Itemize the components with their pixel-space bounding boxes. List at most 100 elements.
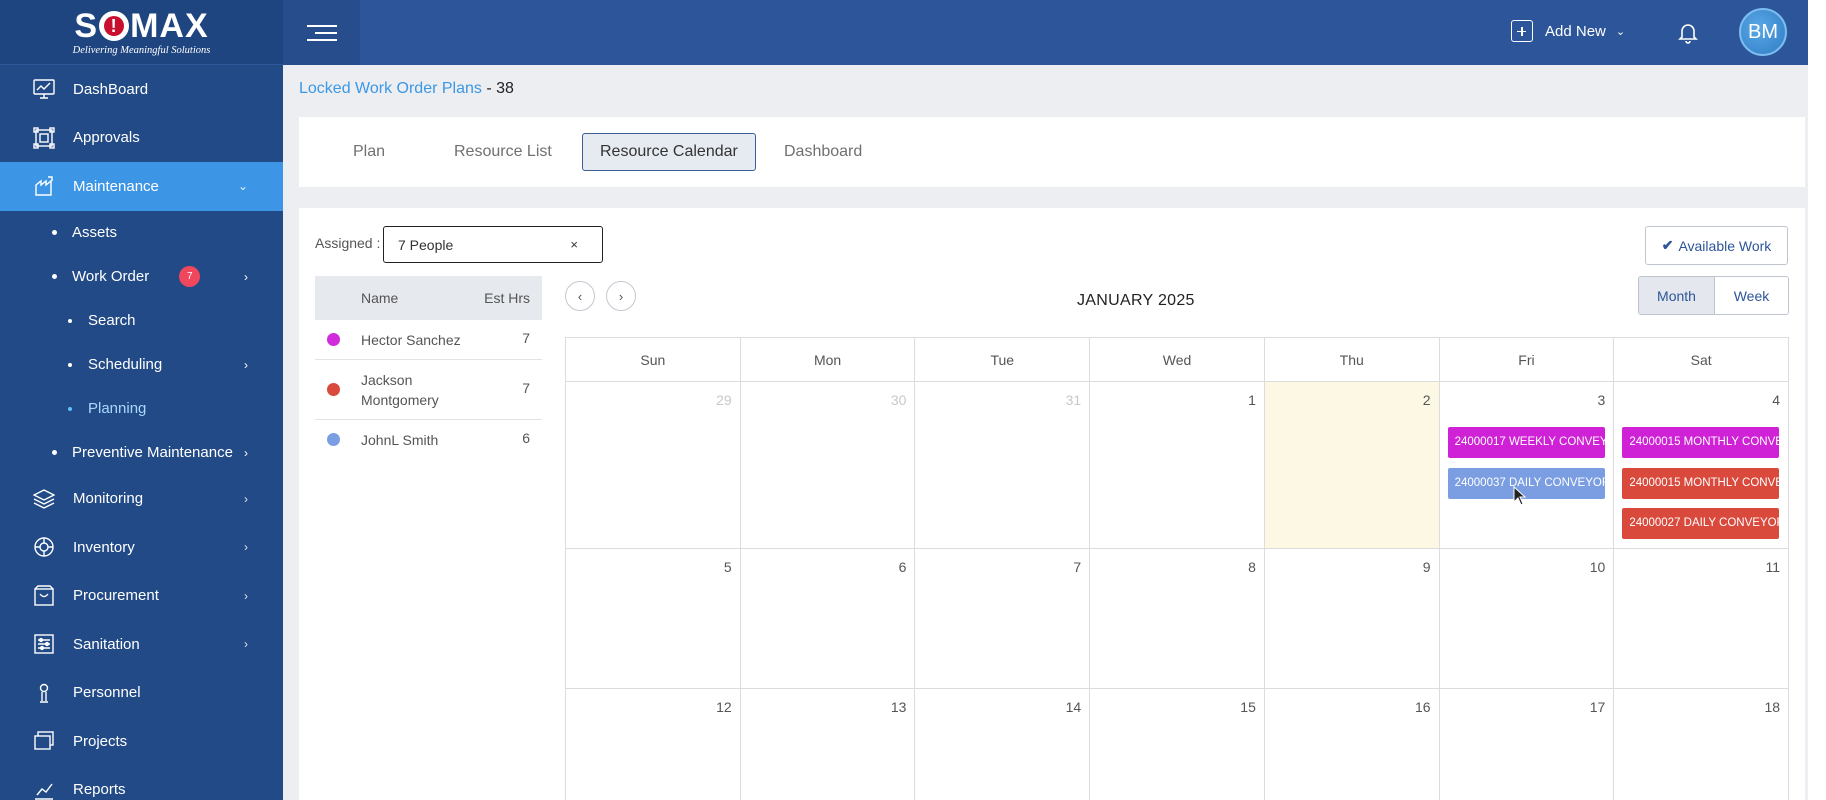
sidebar-item-monitoring[interactable]: Monitoring ›: [0, 475, 283, 524]
day-number: 14: [1065, 699, 1082, 715]
chevron-right-icon: ›: [244, 588, 248, 603]
user-avatar[interactable]: BM: [1739, 8, 1787, 56]
month-view-button[interactable]: Month: [1639, 277, 1715, 314]
day-number: 3: [1597, 392, 1606, 408]
calendar-day[interactable]: 15: [1090, 689, 1265, 800]
column-header-name[interactable]: Name: [361, 290, 398, 306]
assigned-select[interactable]: 7 People ×: [383, 226, 603, 263]
day-number: 5: [723, 559, 732, 575]
day-number: 30: [890, 392, 907, 408]
sidebar-item-label: Inventory: [73, 538, 135, 556]
calendar-day[interactable]: 3 24000017 WEEKLY CONVEYOR 24000037 DAIL…: [1440, 382, 1615, 548]
tab-resource-calendar[interactable]: Resource Calendar: [582, 133, 756, 171]
sidebar-item-sanitation[interactable]: Sanitation ›: [0, 620, 283, 669]
calendar-day[interactable]: 14: [915, 689, 1091, 800]
calendar-day[interactable]: 8: [1090, 549, 1265, 688]
checkmark-icon: ✔: [1661, 237, 1674, 253]
calendar-day[interactable]: 10: [1440, 549, 1615, 688]
calendar-day[interactable]: 12: [566, 689, 741, 800]
tab-dashboard[interactable]: Dashboard: [767, 133, 879, 171]
tab-resource-list[interactable]: Resource List: [437, 133, 569, 171]
calendar-day[interactable]: 17: [1440, 689, 1615, 800]
resource-row[interactable]: Jackson Montgomery 7: [315, 360, 542, 420]
prev-month-button[interactable]: ‹: [565, 281, 595, 311]
add-new-dropdown[interactable]: Add New ⌄: [1511, 20, 1625, 42]
sidebar-item-label: Personnel: [73, 684, 141, 702]
bullet-icon: [52, 450, 57, 455]
resource-row[interactable]: JohnL Smith 6: [315, 420, 542, 460]
sidebar-item-projects[interactable]: Projects: [0, 717, 283, 766]
calendar-day[interactable]: 13: [741, 689, 916, 800]
day-number: 8: [1248, 559, 1256, 575]
available-work-label: Available Work: [1678, 237, 1772, 254]
chevron-right-icon: ›: [244, 540, 248, 555]
sidebar-item-maintenance[interactable]: Maintenance ⌄: [0, 162, 283, 211]
sidebar-item-inventory[interactable]: Inventory ›: [0, 523, 283, 572]
menu-toggle-button[interactable]: [283, 0, 360, 65]
sidebar-item-personnel[interactable]: Personnel: [0, 669, 283, 718]
calendar-event[interactable]: 24000017 WEEKLY CONVEYOR: [1447, 427, 1605, 458]
sidebar-subitem-label: Scheduling: [88, 356, 163, 373]
calendar-day[interactable]: 18: [1614, 689, 1788, 800]
calendar-day[interactable]: 9: [1265, 549, 1440, 688]
calendar-day[interactable]: 6: [741, 549, 916, 688]
page-title-count: 38: [496, 80, 514, 97]
page-title: Locked Work Order Plans - 38: [299, 80, 514, 98]
week-view-button[interactable]: Week: [1715, 277, 1788, 314]
calendar-month-title: JANUARY 2025: [1077, 292, 1195, 309]
calendar-day[interactable]: 29: [566, 382, 741, 548]
weekday-tue: Tue: [915, 338, 1091, 381]
sidebar-subitem-search[interactable]: Search: [0, 299, 283, 343]
sidebar-item-reports[interactable]: Reports: [0, 766, 283, 800]
sidebar-item-procurement[interactable]: Procurement ›: [0, 572, 283, 621]
column-header-est-hrs[interactable]: Est Hrs: [484, 290, 530, 306]
logo-tagline: Delivering Meaningful Solutions: [72, 44, 211, 56]
sidebar-item-label: Reports: [73, 781, 126, 799]
calendar-event[interactable]: 24000015 MONTHLY CONVEYOR: [1622, 468, 1780, 499]
calendar-day-today[interactable]: 2: [1264, 382, 1440, 548]
day-number: 16: [1415, 699, 1431, 715]
calendar-event[interactable]: 24000015 MONTHLY CONVEYOR: [1622, 427, 1780, 458]
assigned-value: 7 People: [398, 237, 454, 253]
sidebar-item-label: Monitoring: [73, 490, 144, 508]
clear-icon[interactable]: ×: [570, 237, 578, 252]
view-toggle: Month Week: [1638, 276, 1789, 315]
sidebar-item-label: Procurement: [73, 587, 159, 605]
chevron-left-icon: ‹: [577, 288, 583, 304]
weekday-thu: Thu: [1265, 338, 1440, 381]
sidebar-subitem-planning[interactable]: Planning: [0, 387, 283, 431]
sidebar-item-dashboard[interactable]: DashBoard: [0, 65, 283, 114]
reports-icon: [32, 778, 56, 800]
next-month-button[interactable]: ›: [606, 281, 636, 311]
inventory-icon: [32, 535, 56, 559]
calendar-day[interactable]: 1: [1090, 382, 1265, 548]
add-new-label: Add New: [1545, 22, 1606, 40]
sidebar: S! MAX Delivering Meaningful Solutions Da…: [0, 0, 283, 800]
calendar-day[interactable]: 30: [741, 382, 916, 548]
tab-plan[interactable]: Plan: [336, 133, 402, 171]
sidebar-item-approvals[interactable]: Approvals: [0, 114, 283, 163]
resource-hours: 6: [522, 430, 530, 446]
sidebar-subitem-scheduling[interactable]: Scheduling ›: [0, 343, 283, 387]
calendar-day[interactable]: 11: [1614, 549, 1788, 688]
calendar-day[interactable]: 16: [1265, 689, 1440, 800]
calendar-event[interactable]: 24000027 DAILY CONVEYOR: [1622, 508, 1780, 539]
sidebar-subitem-work-order[interactable]: Work Order 7 ›: [0, 255, 283, 299]
notifications-bell-icon[interactable]: [1676, 20, 1700, 44]
page-title-link[interactable]: Locked Work Order Plans: [299, 80, 482, 97]
calendar-day[interactable]: 31: [915, 382, 1091, 548]
sidebar-subitem-preventive-maintenance[interactable]: Preventive Maintenance ›: [0, 431, 283, 475]
resource-row[interactable]: Hector Sanchez 7: [315, 320, 542, 360]
brand-logo[interactable]: S! MAX Delivering Meaningful Solutions: [0, 0, 283, 65]
day-number: 7: [1073, 559, 1082, 575]
resource-color-dot: [327, 333, 340, 346]
resource-name: JohnL Smith: [361, 432, 439, 448]
sidebar-subitem-assets[interactable]: Assets: [0, 211, 283, 255]
day-number: 29: [716, 392, 732, 408]
calendar-day[interactable]: 5: [566, 549, 741, 688]
calendar-day[interactable]: 4 24000015 MONTHLY CONVEYOR 24000015 MON…: [1614, 382, 1788, 548]
calendar-grid: Sun Mon Tue Wed Thu Fri Sat 29 30 31 1 2…: [565, 337, 1789, 800]
window-edge: [1808, 0, 1826, 800]
calendar-day[interactable]: 7: [915, 549, 1091, 688]
available-work-button[interactable]: ✔ Available Work: [1645, 226, 1788, 265]
